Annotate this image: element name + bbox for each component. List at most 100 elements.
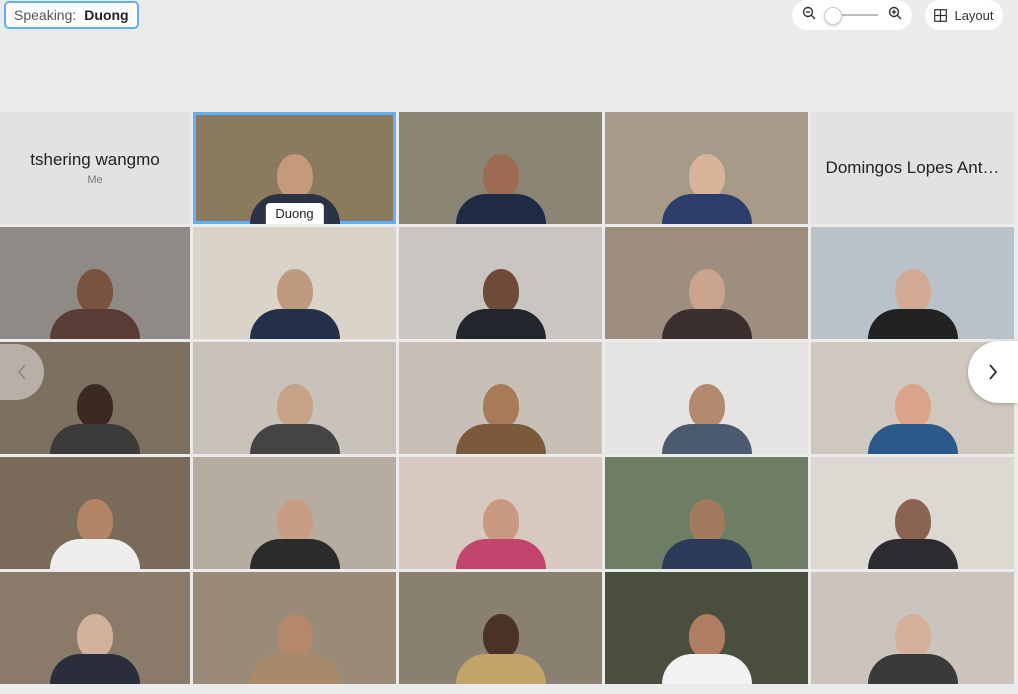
participant-head — [688, 499, 725, 543]
participant-body — [455, 424, 546, 454]
participant-head — [276, 384, 313, 428]
participant-video — [661, 154, 752, 224]
participant-body — [867, 539, 958, 569]
participant-tile[interactable] — [605, 457, 808, 569]
participant-video — [455, 384, 546, 454]
participant-video — [455, 269, 546, 339]
participant-tile[interactable] — [605, 342, 808, 454]
chevron-left-icon — [17, 364, 26, 380]
participant-video — [50, 384, 140, 454]
participant-video — [455, 614, 546, 684]
participant-video — [867, 269, 958, 339]
participant-tile[interactable]: Domingos Lopes Ant… — [811, 112, 1014, 224]
participant-tile[interactable] — [399, 342, 602, 454]
participant-head — [894, 499, 931, 543]
participant-body — [867, 309, 958, 339]
participant-tile[interactable] — [193, 572, 396, 684]
participant-tile[interactable] — [399, 572, 602, 684]
participant-tile[interactable] — [811, 572, 1014, 684]
participant-body — [867, 654, 958, 684]
participant-video — [661, 499, 752, 569]
participant-body — [455, 309, 546, 339]
participant-body — [249, 309, 340, 339]
participant-head — [482, 614, 519, 658]
participant-head — [77, 614, 113, 658]
zoom-slider-thumb[interactable] — [824, 7, 842, 25]
participant-tile[interactable] — [811, 457, 1014, 569]
grid-icon — [934, 8, 948, 22]
participant-body — [50, 654, 140, 684]
speaking-indicator: Speaking: Duong — [4, 1, 139, 29]
participant-video — [661, 269, 752, 339]
participant-name: Domingos Lopes Ant… — [825, 158, 1000, 177]
participant-body — [661, 424, 752, 454]
participant-tile[interactable] — [605, 112, 808, 224]
participant-tile[interactable] — [0, 227, 190, 339]
participant-video — [249, 499, 340, 569]
participant-video — [867, 499, 958, 569]
participant-head — [894, 614, 931, 658]
participant-name-tag: Duong — [265, 203, 324, 224]
participant-tile[interactable] — [0, 572, 190, 684]
participant-body — [50, 309, 140, 339]
participant-head — [276, 269, 313, 313]
participant-head — [276, 614, 313, 658]
participant-head — [688, 384, 725, 428]
speaking-label: Speaking: — [14, 7, 77, 23]
participant-video — [867, 384, 958, 454]
participant-video — [50, 269, 140, 339]
participant-body — [455, 654, 546, 684]
participant-body — [661, 654, 752, 684]
participant-head — [688, 269, 725, 313]
participant-tile[interactable]: Duong — [193, 112, 396, 224]
participant-video — [249, 269, 340, 339]
participant-body — [455, 194, 546, 224]
participant-tile[interactable] — [399, 457, 602, 569]
participant-name: tshering wangmo — [30, 150, 160, 169]
participant-body — [661, 309, 752, 339]
participant-body — [50, 424, 140, 454]
participant-self-label: Me — [87, 174, 103, 186]
participant-head — [276, 499, 313, 543]
participant-body — [455, 539, 546, 569]
participant-tile[interactable] — [193, 457, 396, 569]
participant-head — [276, 154, 313, 198]
zoom-control — [792, 0, 912, 30]
participant-head — [482, 384, 519, 428]
participant-tile[interactable] — [193, 342, 396, 454]
participant-body — [249, 654, 340, 684]
layout-button[interactable]: Layout — [925, 0, 1003, 30]
participant-head — [482, 499, 519, 543]
participant-body — [867, 424, 958, 454]
participant-video — [50, 614, 140, 684]
chevron-right-icon — [989, 364, 998, 380]
participant-tile[interactable] — [399, 112, 602, 224]
zoom-in-icon[interactable] — [888, 6, 902, 25]
participant-head — [77, 499, 113, 543]
participant-tile[interactable] — [399, 227, 602, 339]
participant-head — [894, 269, 931, 313]
speaking-name: Duong — [84, 7, 129, 23]
top-bar: Speaking: Duong Layout — [0, 0, 1018, 40]
participant-tile[interactable]: tshering wangmo Me — [0, 112, 190, 224]
participant-video — [867, 614, 958, 684]
participant-video — [661, 384, 752, 454]
participant-video — [249, 614, 340, 684]
participant-body — [249, 539, 340, 569]
participant-head — [482, 269, 519, 313]
participant-body — [50, 539, 140, 569]
participant-tile[interactable] — [605, 227, 808, 339]
participant-tile[interactable] — [0, 457, 190, 569]
participant-head — [482, 154, 519, 198]
participant-video — [661, 614, 752, 684]
participant-video — [455, 154, 546, 224]
participant-tile[interactable] — [605, 572, 808, 684]
zoom-slider[interactable] — [824, 7, 878, 25]
participant-video — [455, 499, 546, 569]
participant-tile[interactable] — [811, 227, 1014, 339]
participant-video — [249, 384, 340, 454]
zoom-out-icon[interactable] — [802, 6, 816, 25]
participant-body — [249, 424, 340, 454]
participant-body — [661, 194, 752, 224]
participant-tile[interactable] — [193, 227, 396, 339]
